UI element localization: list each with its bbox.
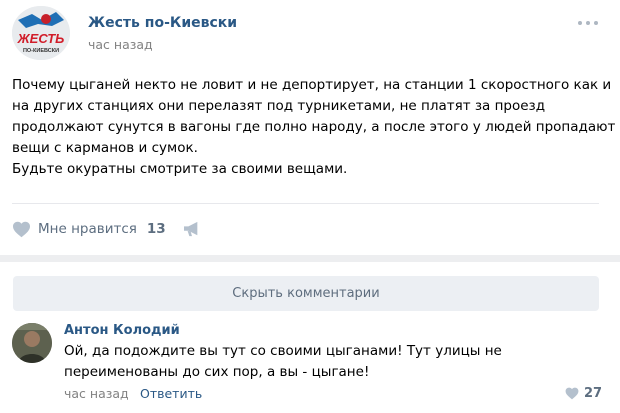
avatar[interactable] <box>12 323 52 363</box>
three-dots-icon[interactable] <box>576 18 600 28</box>
post-text-line: на других станциях они перелазят под тур… <box>12 98 546 114</box>
megaphone-icon[interactable] <box>183 221 201 241</box>
comment-text-line: Ой, да подождите вы тут со своими цыгана… <box>64 343 502 359</box>
comment-time[interactable]: час назад <box>64 386 129 401</box>
post-text-line: вещи с карманов и сумок. <box>12 140 198 156</box>
heart-icon <box>13 221 30 237</box>
hide-comments-button[interactable]: Скрыть комментарии <box>13 276 599 311</box>
wall-post: ЖЕСТЬ ПО-КИЕВСКИ Жесть по-Киевски час на… <box>0 0 620 413</box>
group-avatar[interactable]: ЖЕСТЬ ПО-КИЕВСКИ <box>12 6 70 60</box>
group-logo-image: ЖЕСТЬ ПО-КИЕВСКИ <box>12 6 70 60</box>
comment-like-button[interactable]: 27 <box>565 386 602 401</box>
post-text-line: продолжают сунутся в вагоны где полно на… <box>12 119 616 135</box>
group-logo-text: ЖЕСТЬ <box>17 31 65 46</box>
like-count: 13 <box>146 221 166 237</box>
reply-link[interactable]: Ответить <box>140 386 202 401</box>
comment-text: Ой, да подождите вы тут со своими цыгана… <box>64 341 502 383</box>
group-logo-subtext: ПО-КИЕВСКИ <box>23 48 59 54</box>
user-photo <box>12 323 52 363</box>
comment-text-line: переименованы до сих пор, а вы - цыгане! <box>64 364 370 380</box>
group-name-link[interactable]: Жесть по-Киевски <box>88 15 237 31</box>
comment-author-link[interactable]: Антон Колодий <box>64 323 180 338</box>
post-text-line: Почему цыганей некто не ловит и не депор… <box>12 77 612 93</box>
divider <box>12 203 599 204</box>
heart-icon <box>565 387 579 400</box>
like-label: Мне нравится <box>38 221 137 237</box>
section-divider <box>0 255 620 262</box>
post-time[interactable]: час назад <box>88 37 153 52</box>
comment-like-count: 27 <box>584 386 603 401</box>
post-text: Почему цыганей некто не ловит и не депор… <box>12 75 616 180</box>
like-button[interactable]: Мне нравится 13 <box>12 219 166 239</box>
post-text-line: Будьте окуратны смотрите за своими вещам… <box>12 161 348 177</box>
